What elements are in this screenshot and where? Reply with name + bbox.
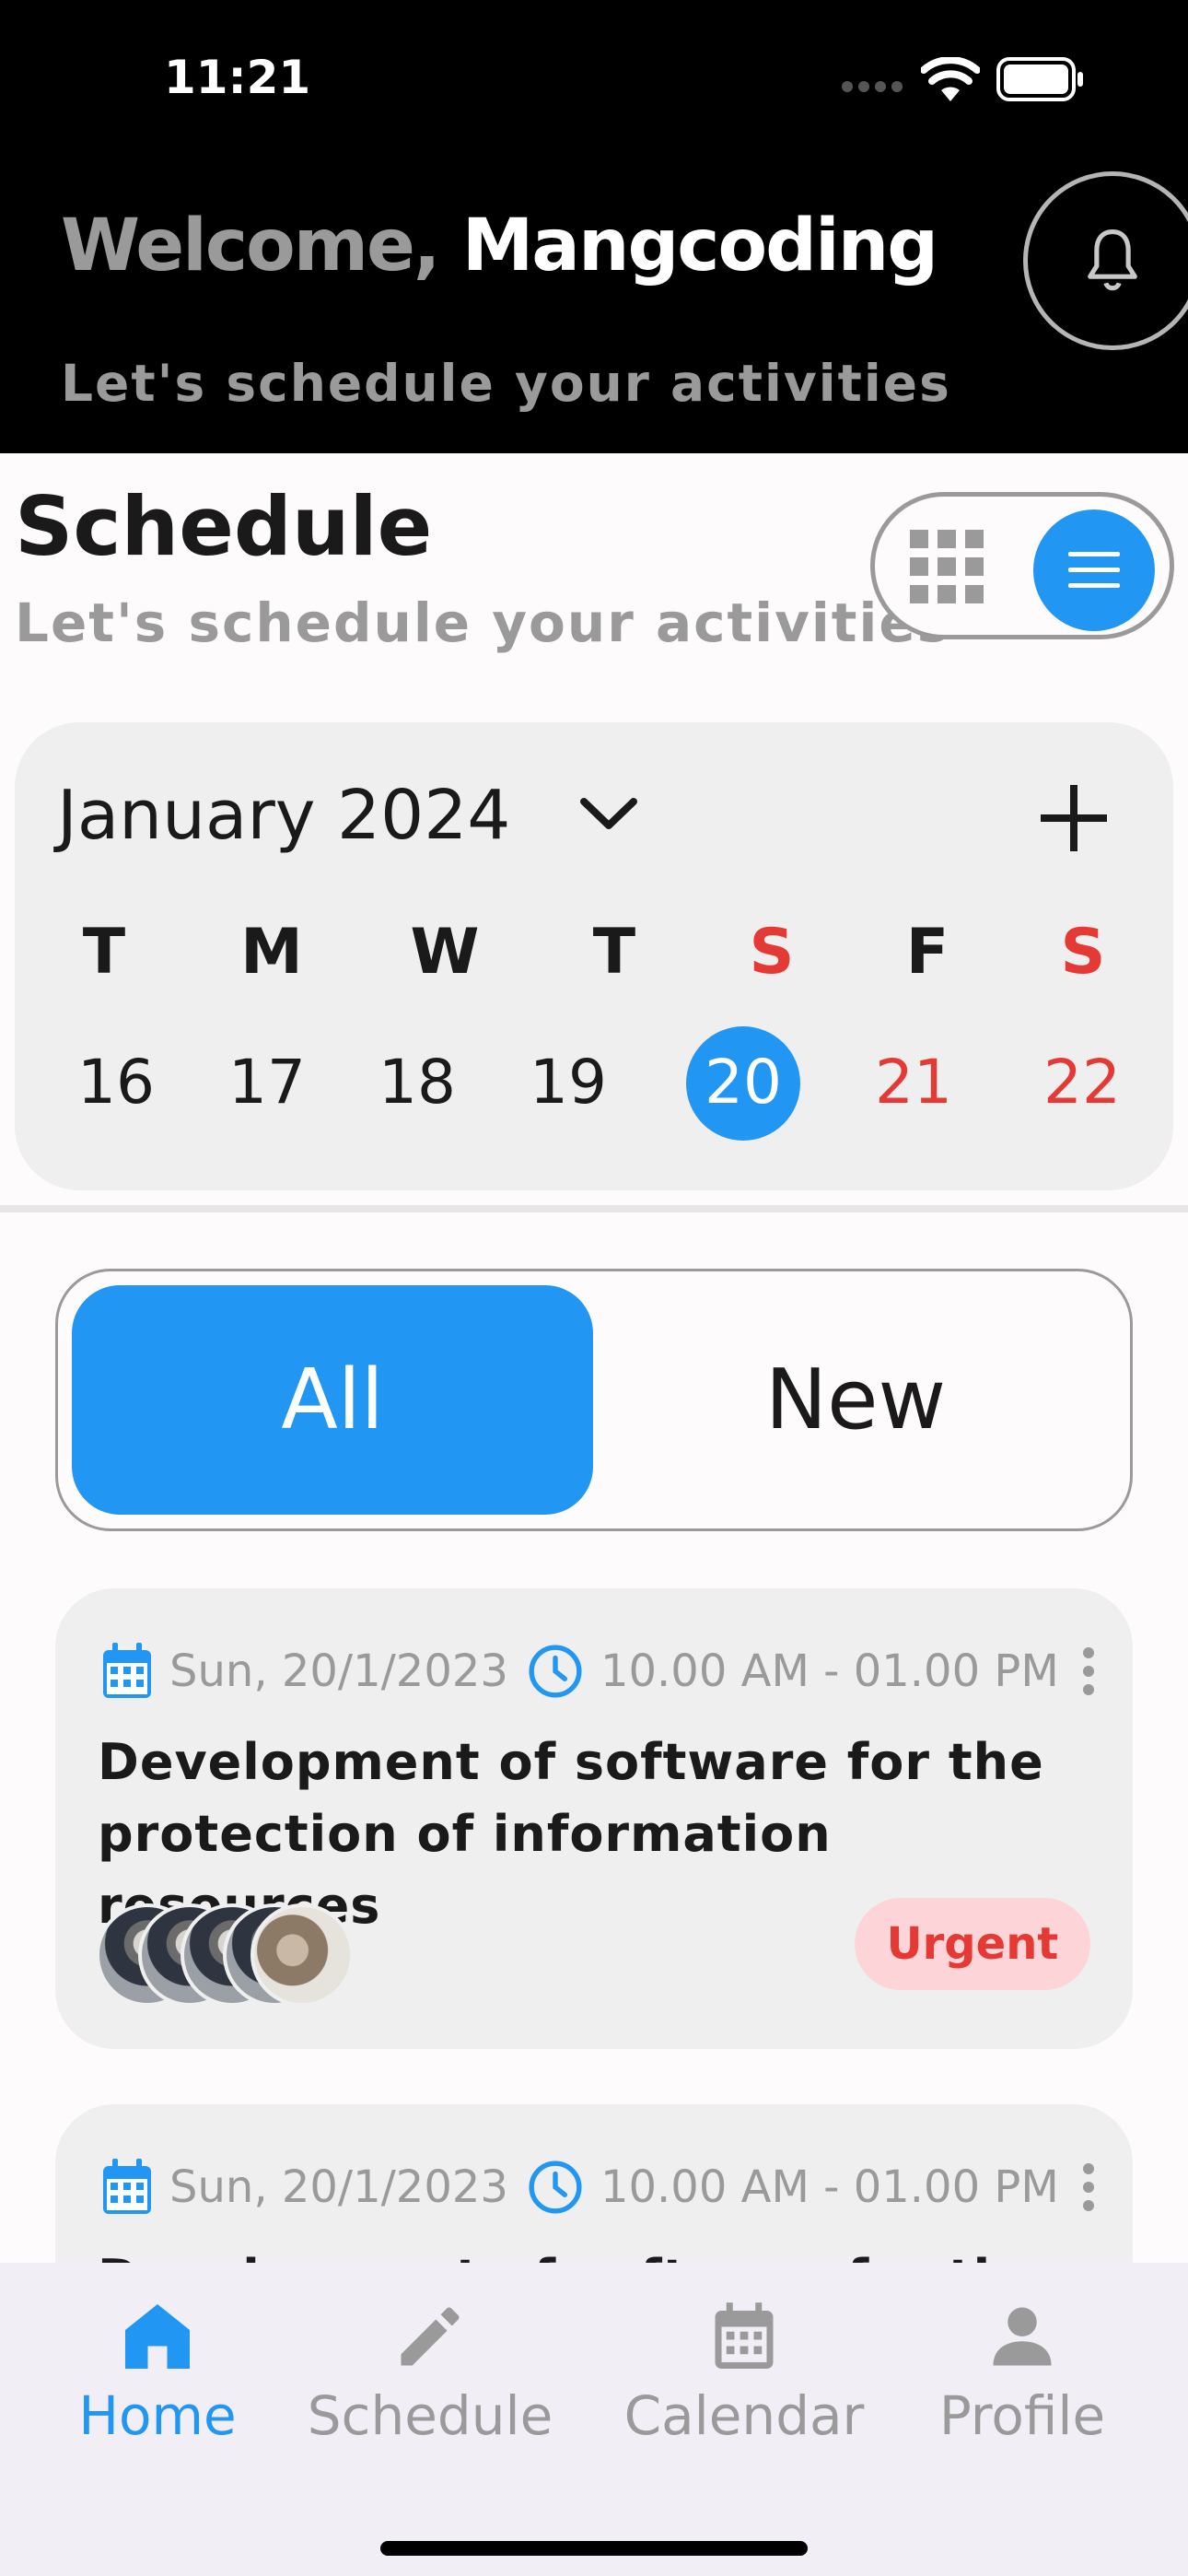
calendar-icon [103, 2159, 151, 2214]
nav-profile[interactable]: Profile [884, 2298, 1160, 2447]
calendar-month-icon [715, 2302, 774, 2369]
assignee-avatars [96, 1903, 354, 2007]
welcome-greeting: Welcome, [61, 205, 441, 287]
task-time: 10.00 AM - 01.00 PM [600, 1645, 1059, 1697]
clock-icon [529, 1645, 582, 1698]
status-time: 11:21 [164, 51, 311, 104]
calendar-day[interactable]: 17 [203, 1047, 332, 1118]
task-card[interactable]: Sun, 20/1/2023 10.00 AM - 01.00 PM Devel… [55, 2104, 1133, 2263]
calendar-day[interactable]: 22 [1018, 1047, 1147, 1118]
nav-profile-label: Profile [938, 2384, 1106, 2447]
weekday-label: S [1060, 916, 1106, 989]
avatar [250, 1903, 354, 2007]
nav-schedule[interactable]: Schedule [292, 2298, 568, 2447]
calendar-day[interactable]: 21 [849, 1047, 978, 1118]
task-title: Development of software for the protecti… [98, 2242, 1111, 2263]
view-mode-toggle[interactable] [870, 492, 1174, 639]
weekday-label: F [905, 916, 949, 989]
schedule-subtitle: Let's schedule your activities [15, 591, 951, 654]
task-date: Sun, 20/1/2023 [169, 2161, 508, 2213]
filter-all-tab[interactable]: All [72, 1285, 593, 1515]
wifi-icon [921, 57, 980, 101]
task-time: 10.00 AM - 01.00 PM [600, 2161, 1059, 2213]
menu-lines-icon [1068, 552, 1120, 588]
more-vertical-icon[interactable] [1081, 2162, 1096, 2212]
list-view-button[interactable] [1033, 509, 1155, 631]
calendar-icon [103, 1643, 151, 1698]
weekday-label: S [749, 916, 795, 989]
task-card[interactable]: Sun, 20/1/2023 10.00 AM - 01.00 PM Devel… [55, 1588, 1133, 2049]
home-icon [125, 2304, 190, 2369]
person-icon [993, 2307, 1052, 2366]
bell-icon [1088, 229, 1137, 291]
weekday-label: T [592, 916, 636, 989]
nav-calendar[interactable]: Calendar [606, 2298, 882, 2447]
more-vertical-icon[interactable] [1081, 1646, 1096, 1696]
clock-icon [529, 2160, 582, 2214]
calendar-day[interactable]: 19 [504, 1047, 633, 1118]
week-calendar-card: January 2024 T M W T S F S 16 17 18 19 2… [15, 722, 1173, 1190]
section-divider [0, 1205, 1188, 1212]
task-meta: Sun, 20/1/2023 10.00 AM - 01.00 PM [101, 1634, 1096, 1708]
header-subtitle: Let's schedule your activities [61, 354, 951, 413]
nav-calendar-label: Calendar [623, 2384, 865, 2447]
schedule-title: Schedule [15, 479, 433, 574]
calendar-day[interactable]: 16 [52, 1047, 181, 1118]
weekday-label: M [240, 916, 303, 989]
cellular-signal-icon [842, 81, 903, 92]
weekday-label: W [410, 916, 480, 989]
add-event-button[interactable] [1037, 781, 1111, 855]
battery-icon [996, 57, 1083, 101]
grid-view-button[interactable] [910, 530, 984, 603]
pencil-icon [401, 2307, 460, 2366]
filter-new-tab[interactable]: New [593, 1285, 1118, 1515]
task-meta: Sun, 20/1/2023 10.00 AM - 01.00 PM [101, 2150, 1096, 2224]
priority-badge: Urgent [855, 1898, 1090, 1990]
grid-icon [910, 530, 984, 603]
bottom-navigation: Home Schedule Calendar Profile [0, 2263, 1188, 2576]
weekday-label: T [82, 916, 126, 989]
nav-home[interactable]: Home [19, 2298, 296, 2447]
calendar-day-selected[interactable]: 20 [679, 1047, 808, 1118]
home-indicator [380, 2541, 808, 2556]
calendar-day[interactable]: 18 [353, 1047, 482, 1118]
app-header: 11:21 Welcome, Mangcoding Let's schedule… [0, 0, 1188, 453]
chevron-down-icon[interactable] [577, 789, 641, 840]
task-date: Sun, 20/1/2023 [169, 1645, 508, 1697]
task-filter-segmented-control: All New [55, 1269, 1133, 1531]
welcome-text: Welcome, Mangcoding [61, 205, 938, 287]
user-name: Mangcoding [461, 205, 938, 287]
nav-home-label: Home [78, 2384, 237, 2447]
notification-button[interactable] [1023, 171, 1188, 350]
month-selector[interactable]: January 2024 [57, 776, 510, 855]
nav-schedule-label: Schedule [307, 2384, 553, 2447]
